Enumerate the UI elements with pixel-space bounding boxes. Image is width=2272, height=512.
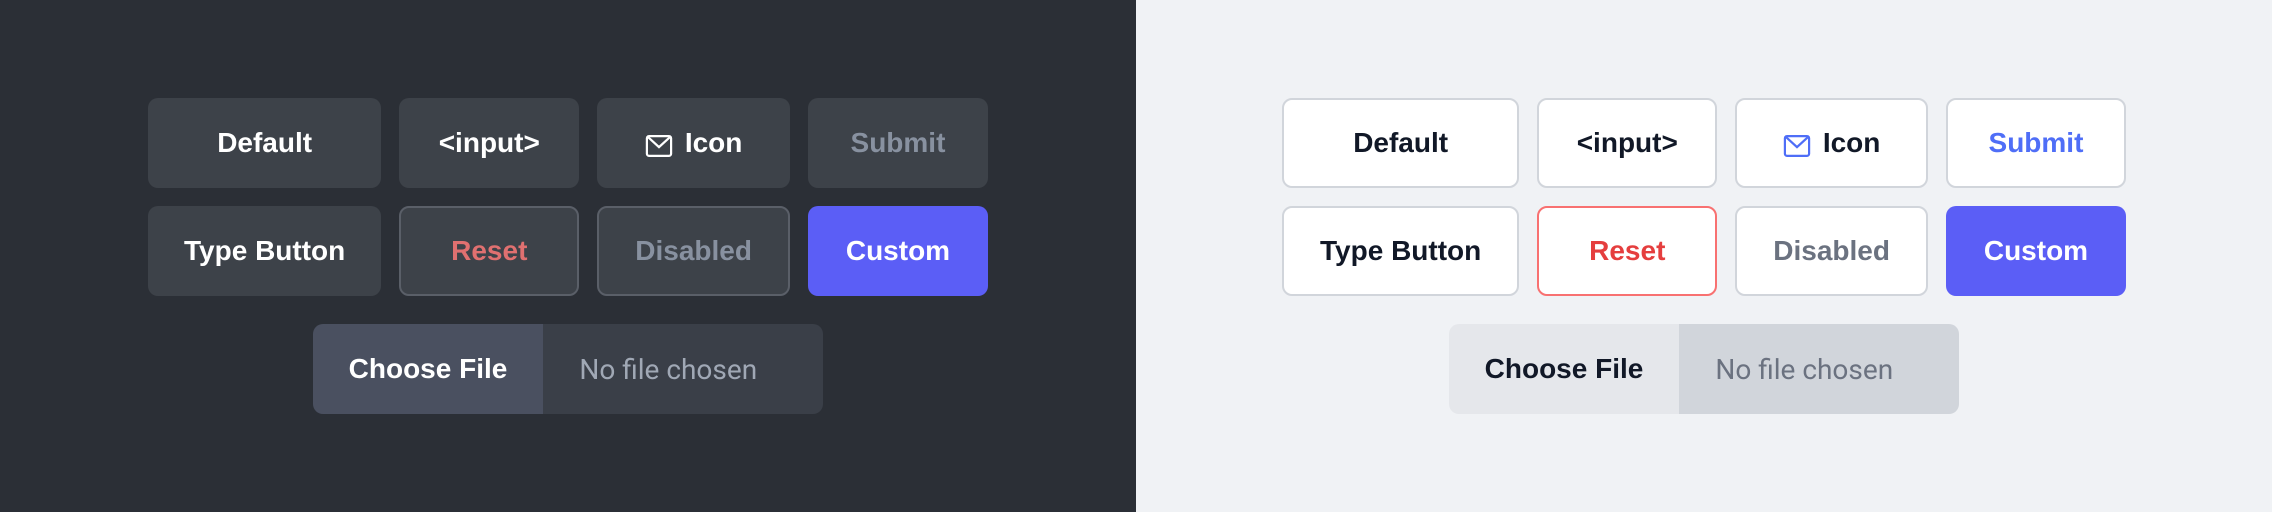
envelope-icon [645, 132, 673, 154]
dark-choose-file-button[interactable]: Choose File [313, 324, 544, 414]
light-file-input-row: Choose File No file chosen [1449, 324, 1960, 414]
dark-type-button-btn[interactable]: Type Button [148, 206, 381, 296]
dark-disabled-btn[interactable]: Disabled [597, 206, 790, 296]
light-type-button-btn[interactable]: Type Button [1282, 206, 1519, 296]
dark-input-btn[interactable]: <input> [399, 98, 579, 188]
light-reset-btn[interactable]: Reset [1537, 206, 1717, 296]
dark-reset-btn[interactable]: Reset [399, 206, 579, 296]
dark-panel: Default <input> Icon Submit Type Button … [0, 0, 1136, 512]
dark-button-grid: Default <input> Icon Submit Type Button … [148, 98, 988, 296]
dark-submit-btn[interactable]: Submit [808, 98, 988, 188]
light-choose-file-button[interactable]: Choose File [1449, 324, 1680, 414]
dark-default-btn[interactable]: Default [148, 98, 381, 188]
light-icon-btn[interactable]: Icon [1735, 98, 1928, 188]
light-envelope-icon [1783, 132, 1811, 154]
light-button-grid: Default <input> Icon Submit Type Button … [1282, 98, 2126, 296]
light-no-file-label: No file chosen [1679, 324, 1959, 414]
light-panel: Default <input> Icon Submit Type Button … [1136, 0, 2272, 512]
light-submit-btn[interactable]: Submit [1946, 98, 2126, 188]
dark-custom-btn[interactable]: Custom [808, 206, 988, 296]
dark-file-input-row: Choose File No file chosen [313, 324, 824, 414]
light-input-btn[interactable]: <input> [1537, 98, 1717, 188]
light-custom-btn[interactable]: Custom [1946, 206, 2126, 296]
dark-icon-btn[interactable]: Icon [597, 98, 790, 188]
light-disabled-btn[interactable]: Disabled [1735, 206, 1928, 296]
light-default-btn[interactable]: Default [1282, 98, 1519, 188]
dark-no-file-label: No file chosen [543, 324, 823, 414]
